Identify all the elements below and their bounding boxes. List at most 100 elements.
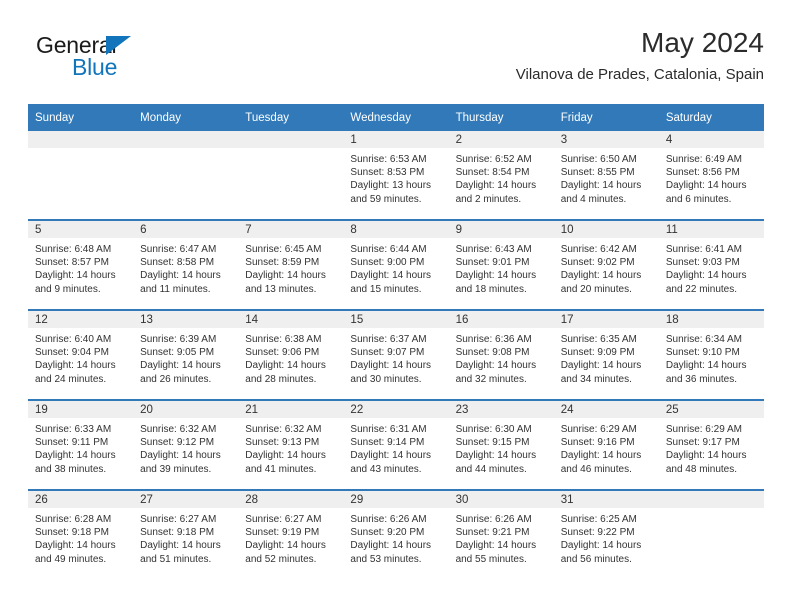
sunset-text: Sunset: 9:12 PM — [140, 437, 215, 449]
sunrise-text: Sunrise: 6:38 AM — [245, 334, 322, 345]
day-number: 27 — [133, 491, 239, 508]
general-blue-logo[interactable]: General Blue — [36, 32, 216, 90]
day-number-band — [658, 491, 764, 508]
calendar-week-row: 1 Sunrise: 6:53 AM Sunset: 8:53 PM Daylight… — [28, 131, 764, 220]
day-number: 4 — [658, 131, 764, 148]
calendar-day-cell[interactable]: 12 Sunrise: 6:40 AM Sunset: 9:04 PM Dayligh… — [28, 309, 134, 400]
sunset-text: Sunset: 9:03 PM — [665, 257, 740, 269]
calendar-day-cell[interactable]: 18 Sunrise: 6:34 AM Sunset: 9:10 PM Dayligh… — [658, 309, 764, 400]
daylight-text: Daylight: 14 hours and 4 minutes. — [560, 180, 642, 205]
day-details: Sunrise: 6:43 AM Sunset: 9:01 PM Daylight:… — [449, 238, 554, 296]
calendar-day-cell[interactable]: 4 Sunrise: 6:49 AM Sunset: 8:56 PM Daylight… — [658, 131, 764, 220]
day-details: Sunrise: 6:33 AM Sunset: 9:11 PM Daylight:… — [28, 418, 133, 476]
daylight-text: Daylight: 14 hours and 46 minutes. — [560, 450, 642, 475]
daylight-text: Daylight: 14 hours and 43 minutes. — [350, 450, 432, 475]
calendar-day-cell[interactable]: 23 Sunrise: 6:30 AM Sunset: 9:15 PM Dayligh… — [448, 399, 554, 490]
sunrise-text: Sunrise: 6:29 AM — [665, 424, 742, 435]
weekday-header-sunday: Sunday — [28, 104, 134, 131]
sunrise-text: Sunrise: 6:41 AM — [665, 244, 742, 255]
daylight-text: Daylight: 14 hours and 32 minutes. — [455, 360, 537, 385]
calendar-day-cell[interactable]: 13 Sunrise: 6:39 AM Sunset: 9:05 PM Dayligh… — [133, 309, 239, 400]
calendar-day-cell[interactable]: 24 Sunrise: 6:29 AM Sunset: 9:16 PM Dayligh… — [553, 399, 659, 490]
day-details: Sunrise: 6:49 AM Sunset: 8:56 PM Daylight:… — [659, 148, 764, 206]
sunset-text: Sunset: 9:02 PM — [560, 257, 635, 269]
day-number: 13 — [133, 311, 239, 328]
sunrise-text: Sunrise: 6:26 AM — [350, 514, 427, 525]
calendar-day-cell[interactable]: 3 Sunrise: 6:50 AM Sunset: 8:55 PM Daylight… — [553, 131, 659, 220]
day-details: Sunrise: 6:31 AM Sunset: 9:14 PM Daylight:… — [343, 418, 448, 476]
sunset-text: Sunset: 9:10 PM — [665, 347, 740, 359]
calendar-day-cell[interactable]: 5 Sunrise: 6:48 AM Sunset: 8:57 PM Daylight… — [28, 219, 134, 310]
day-details: Sunrise: 6:32 AM Sunset: 9:13 PM Daylight:… — [238, 418, 343, 476]
day-details: Sunrise: 6:27 AM Sunset: 9:19 PM Daylight:… — [238, 508, 343, 566]
day-details: Sunrise: 6:40 AM Sunset: 9:04 PM Daylight:… — [28, 328, 133, 386]
calendar-day-cell[interactable]: 15 Sunrise: 6:37 AM Sunset: 9:07 PM Dayligh… — [343, 309, 449, 400]
day-number: 25 — [658, 401, 764, 418]
calendar-day-cell[interactable]: 31 Sunrise: 6:25 AM Sunset: 9:22 PM Dayligh… — [553, 489, 659, 579]
day-details: Sunrise: 6:41 AM Sunset: 9:03 PM Daylight:… — [659, 238, 764, 296]
sunset-text: Sunset: 9:00 PM — [350, 257, 425, 269]
sunrise-text: Sunrise: 6:30 AM — [455, 424, 532, 435]
calendar-day-cell[interactable]: 11 Sunrise: 6:41 AM Sunset: 9:03 PM Dayligh… — [658, 219, 764, 310]
calendar-day-cell[interactable]: 28 Sunrise: 6:27 AM Sunset: 9:19 PM Dayligh… — [238, 489, 344, 579]
sunrise-text: Sunrise: 6:43 AM — [455, 244, 532, 255]
page-title: May 2024 — [641, 27, 764, 58]
sunset-text: Sunset: 9:15 PM — [455, 437, 530, 449]
calendar-day-cell[interactable]: 14 Sunrise: 6:38 AM Sunset: 9:06 PM Dayligh… — [238, 309, 344, 400]
day-number: 24 — [553, 401, 659, 418]
calendar-day-cell[interactable]: 6 Sunrise: 6:47 AM Sunset: 8:58 PM Daylight… — [133, 219, 239, 310]
day-details: Sunrise: 6:30 AM Sunset: 9:15 PM Daylight:… — [449, 418, 554, 476]
daylight-text: Daylight: 14 hours and 36 minutes. — [665, 360, 747, 385]
daylight-text: Daylight: 14 hours and 55 minutes. — [455, 540, 537, 565]
daylight-text: Daylight: 14 hours and 9 minutes. — [35, 270, 116, 295]
calendar-day-cell[interactable]: 1 Sunrise: 6:53 AM Sunset: 8:53 PM Daylight… — [343, 131, 449, 220]
sunset-text: Sunset: 9:17 PM — [665, 437, 740, 449]
day-details: Sunrise: 6:52 AM Sunset: 8:54 PM Daylight:… — [449, 148, 554, 206]
weekday-header-row: Sunday Monday Tuesday Wednesday Thursday… — [28, 104, 764, 131]
daylight-text: Daylight: 14 hours and 11 minutes. — [140, 270, 221, 295]
sunrise-text: Sunrise: 6:25 AM — [560, 514, 637, 525]
sunset-text: Sunset: 8:53 PM — [350, 167, 425, 179]
calendar-day-cell[interactable]: 30 Sunrise: 6:26 AM Sunset: 9:21 PM Dayligh… — [448, 489, 554, 579]
day-number: 23 — [448, 401, 554, 418]
sunset-text: Sunset: 9:22 PM — [560, 527, 635, 539]
calendar-day-cell[interactable]: 16 Sunrise: 6:36 AM Sunset: 9:08 PM Dayligh… — [448, 309, 554, 400]
day-number: 5 — [28, 221, 134, 238]
sunrise-text: Sunrise: 6:32 AM — [140, 424, 217, 435]
daylight-text: Daylight: 14 hours and 13 minutes. — [245, 270, 326, 295]
calendar-day-cell-empty — [238, 131, 344, 220]
daylight-text: Daylight: 14 hours and 39 minutes. — [140, 450, 221, 475]
page-subtitle-location: Vilanova de Prades, Catalonia, Spain — [515, 66, 764, 83]
calendar-day-cell[interactable]: 10 Sunrise: 6:42 AM Sunset: 9:02 PM Dayligh… — [553, 219, 659, 310]
calendar-day-cell[interactable]: 2 Sunrise: 6:52 AM Sunset: 8:54 PM Daylight… — [448, 131, 554, 220]
day-details: Sunrise: 6:35 AM Sunset: 9:09 PM Daylight:… — [554, 328, 659, 386]
calendar-day-cell[interactable]: 27 Sunrise: 6:27 AM Sunset: 9:18 PM Dayligh… — [133, 489, 239, 579]
sunrise-text: Sunrise: 6:48 AM — [35, 244, 112, 255]
calendar-day-cell[interactable]: 29 Sunrise: 6:26 AM Sunset: 9:20 PM Dayligh… — [343, 489, 449, 579]
calendar-day-cell[interactable]: 19 Sunrise: 6:33 AM Sunset: 9:11 PM Dayligh… — [28, 399, 134, 490]
day-details: Sunrise: 6:44 AM Sunset: 9:00 PM Daylight:… — [343, 238, 448, 296]
sunrise-text: Sunrise: 6:50 AM — [560, 154, 637, 165]
calendar-day-cell[interactable]: 17 Sunrise: 6:35 AM Sunset: 9:09 PM Dayligh… — [553, 309, 659, 400]
sunrise-text: Sunrise: 6:40 AM — [35, 334, 112, 345]
calendar-day-cell[interactable]: 22 Sunrise: 6:31 AM Sunset: 9:14 PM Dayligh… — [343, 399, 449, 490]
day-details: Sunrise: 6:48 AM Sunset: 8:57 PM Daylight:… — [28, 238, 133, 296]
daylight-text: Daylight: 14 hours and 24 minutes. — [35, 360, 116, 385]
day-number: 8 — [343, 221, 449, 238]
sunset-text: Sunset: 9:05 PM — [140, 347, 215, 359]
page-header: General Blue May 2024 Vilanova de Prades… — [28, 26, 764, 98]
calendar-day-cell[interactable]: 8 Sunrise: 6:44 AM Sunset: 9:00 PM Daylight… — [343, 219, 449, 310]
sunset-text: Sunset: 9:18 PM — [35, 527, 109, 539]
daylight-text: Daylight: 14 hours and 34 minutes. — [560, 360, 642, 385]
weekday-header-monday: Monday — [133, 104, 239, 131]
sunrise-text: Sunrise: 6:36 AM — [455, 334, 532, 345]
sunrise-text: Sunrise: 6:52 AM — [455, 154, 532, 165]
day-number: 12 — [28, 311, 134, 328]
calendar-day-cell[interactable]: 26 Sunrise: 6:28 AM Sunset: 9:18 PM Dayligh… — [28, 489, 134, 579]
calendar-day-cell[interactable]: 25 Sunrise: 6:29 AM Sunset: 9:17 PM Dayligh… — [658, 399, 764, 490]
calendar-day-cell[interactable]: 20 Sunrise: 6:32 AM Sunset: 9:12 PM Dayligh… — [133, 399, 239, 490]
calendar-day-cell[interactable]: 9 Sunrise: 6:43 AM Sunset: 9:01 PM Daylight… — [448, 219, 554, 310]
calendar-day-cell[interactable]: 7 Sunrise: 6:45 AM Sunset: 8:59 PM Daylight… — [238, 219, 344, 310]
day-details: Sunrise: 6:42 AM Sunset: 9:02 PM Daylight:… — [554, 238, 659, 296]
calendar-day-cell[interactable]: 21 Sunrise: 6:32 AM Sunset: 9:13 PM Dayligh… — [238, 399, 344, 490]
